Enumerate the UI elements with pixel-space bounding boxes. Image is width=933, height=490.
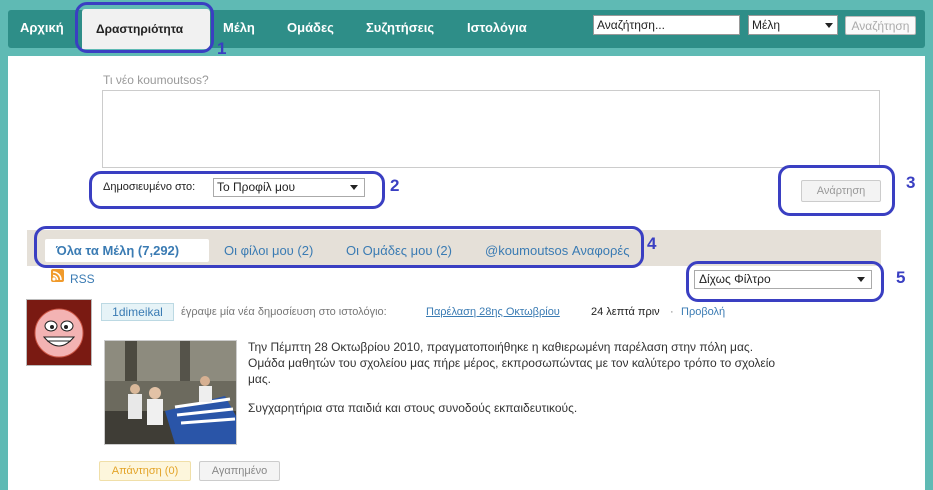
chevron-down-icon <box>825 23 833 28</box>
search-input[interactable] <box>593 15 740 35</box>
search-button[interactable]: Αναζήτηση <box>845 16 916 35</box>
annotation-ring-4 <box>34 226 644 268</box>
annotation-number-1: 1 <box>217 39 227 58</box>
post-body-line-1: Την Πέμπτη 28 Οκτωβρίου 2010, πραγματοπο… <box>248 340 754 354</box>
nav-item-home[interactable]: Αρχική <box>20 20 64 35</box>
post-thumbnail[interactable] <box>104 340 237 445</box>
page-edge-right <box>925 56 933 490</box>
annotation-number-5: 5 <box>896 268 906 287</box>
annotation-ring-1 <box>75 2 214 53</box>
reply-button[interactable]: Απάντηση (0) <box>99 461 191 481</box>
annotation-ring-3 <box>778 165 895 216</box>
annotation-number-4: 4 <box>647 234 657 253</box>
composer-prompt: Τι νέο koumoutsos? <box>103 73 209 87</box>
annotation-ring-5 <box>686 261 884 302</box>
annotation-number-3: 3 <box>906 173 916 192</box>
separator: · <box>670 306 674 318</box>
activity-time: 24 λεπτά πριν <box>591 306 660 318</box>
search-scope-select[interactable]: Μέλη <box>748 15 838 35</box>
annotation-number-2: 2 <box>390 176 400 195</box>
favorite-button[interactable]: Αγαπημένο <box>199 461 280 481</box>
rss-link[interactable]: RSS <box>70 272 95 286</box>
nav-item-members[interactable]: Μέλη <box>223 20 255 35</box>
post-body-line-4: Συγχαρητήρια στα παιδιά και στους συνοδο… <box>248 401 578 415</box>
user-link[interactable]: 1dimeikal <box>101 303 174 321</box>
page-edge-left <box>0 56 8 490</box>
nav-item-blogs[interactable]: Ιστολόγια <box>467 20 527 35</box>
nav-item-discussions[interactable]: Συζητήσεις <box>366 20 434 35</box>
post-title-link[interactable]: Παρέλαση 28ης Οκτωβρίου <box>426 306 560 318</box>
composer-textarea[interactable] <box>102 90 880 168</box>
activity-action-text: έγραψε μία νέα δημοσίευση στο ιστολόγιο: <box>181 306 387 318</box>
nav-item-groups[interactable]: Ομάδες <box>287 20 334 35</box>
avatar[interactable] <box>26 299 92 366</box>
annotation-ring-2 <box>89 171 385 209</box>
post-body-line-2: Ομάδα μαθητών του σχολείου μας πήρε μέρο… <box>248 356 776 370</box>
post-body-line-3: μας. <box>248 372 271 386</box>
rss-icon[interactable] <box>51 269 64 282</box>
view-link[interactable]: Προβολή <box>681 306 725 318</box>
search-scope-value: Μέλη <box>752 18 781 32</box>
